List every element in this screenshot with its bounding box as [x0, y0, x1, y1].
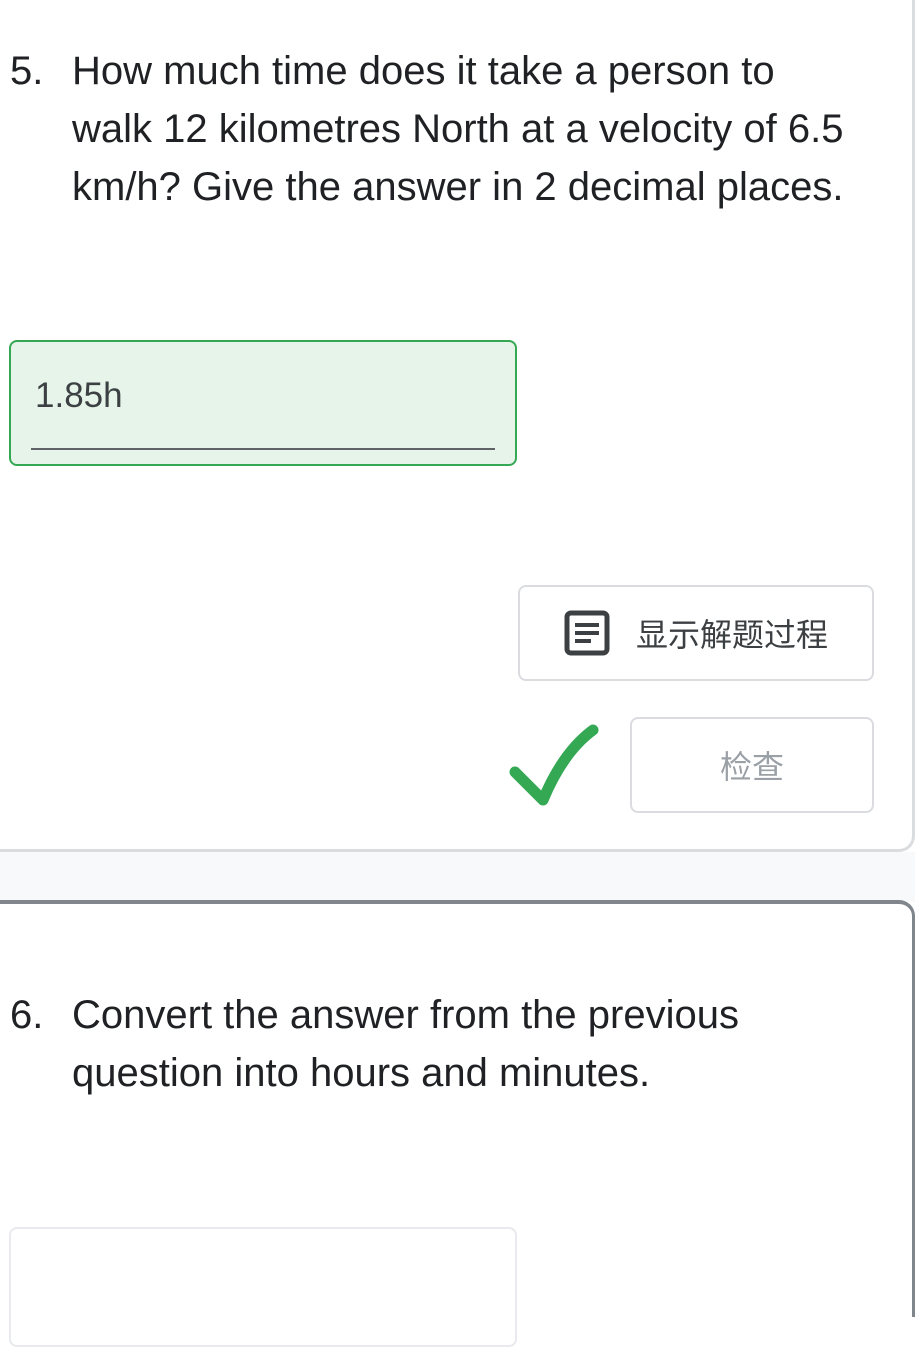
show-solution-label: 显示解题过程 — [635, 616, 828, 654]
check-label: 检查 — [719, 748, 784, 786]
card-separator — [0, 852, 915, 902]
show-solution-button[interactable]: 显示解题过程 — [518, 585, 874, 681]
answer-underline — [31, 448, 495, 450]
answer-value[interactable]: 1.85h — [35, 376, 123, 416]
answer-field-6[interactable] — [9, 1227, 517, 1347]
question-text: Convert the answer from the previous que… — [72, 993, 739, 1095]
check-button[interactable]: 检查 — [630, 717, 874, 813]
question-number: 5. — [10, 49, 44, 93]
question-card-5: 5. How much time does it take a person t… — [0, 0, 915, 852]
checkmark-icon — [509, 724, 599, 806]
question-number: 6. — [10, 993, 44, 1037]
document-icon — [564, 610, 610, 656]
answer-field[interactable]: 1.85h — [9, 340, 517, 466]
question-text: How much time does it take a person to w… — [72, 49, 844, 209]
